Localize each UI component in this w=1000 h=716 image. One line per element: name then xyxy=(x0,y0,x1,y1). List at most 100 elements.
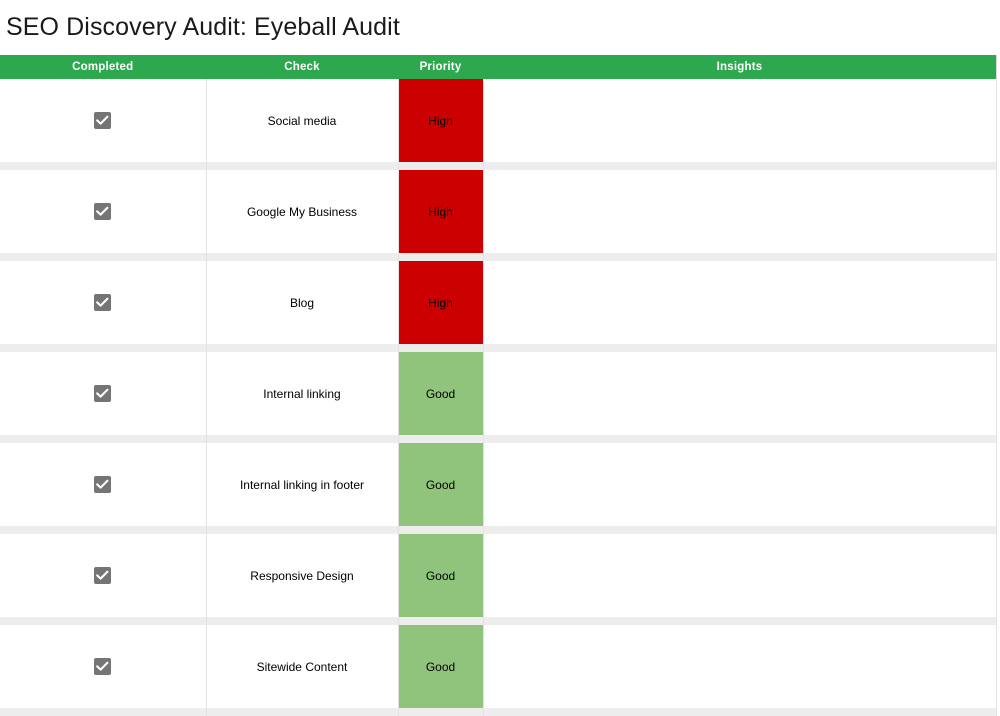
row-separator-cell xyxy=(205,526,399,534)
row-separator-cell xyxy=(397,708,484,716)
title-bar: SEO Discovery Audit: Eyeball Audit xyxy=(0,0,1000,55)
priority-badge: Good xyxy=(398,534,483,617)
row-separator-gap xyxy=(398,435,483,443)
column-header-completed[interactable]: Completed xyxy=(0,55,206,79)
row-separator xyxy=(0,708,997,716)
row-separator xyxy=(0,526,997,534)
cell-completed xyxy=(0,352,207,435)
row-separator-cell xyxy=(482,162,997,170)
audit-table: Completed Check Priority Insights Social… xyxy=(0,55,997,716)
table-row: Google My Business High xyxy=(0,170,997,253)
row-separator-cell xyxy=(397,526,484,534)
row-separator-cell xyxy=(0,526,207,534)
row-separator xyxy=(0,162,997,170)
row-separator-cell xyxy=(482,526,997,534)
column-header-priority[interactable]: Priority xyxy=(397,55,483,79)
check-label: Sitewide Content xyxy=(256,659,348,674)
row-separator-cell xyxy=(205,253,399,261)
cell-priority: Good xyxy=(397,625,484,708)
row-separator-cell xyxy=(482,617,997,625)
row-separator xyxy=(0,344,997,352)
row-separator-gap xyxy=(398,617,483,625)
check-label: Internal linking xyxy=(263,386,341,401)
table-body: Social media High Google My Business High Bl… xyxy=(0,79,997,716)
table-row: Sitewide Content Good xyxy=(0,625,997,708)
cell-completed xyxy=(0,170,207,253)
checkbox-checked-icon[interactable] xyxy=(94,567,112,584)
checkbox-checked-icon[interactable] xyxy=(94,294,112,311)
check-label: Social media xyxy=(267,113,337,128)
cell-insights xyxy=(482,625,997,708)
cell-insights xyxy=(482,534,997,617)
row-separator xyxy=(0,253,997,261)
table-header: Completed Check Priority Insights xyxy=(0,55,996,79)
row-separator-cell xyxy=(0,435,207,443)
checkbox-checked-icon[interactable] xyxy=(94,476,112,493)
cell-priority: Good xyxy=(397,443,484,526)
cell-check: Sitewide Content xyxy=(205,625,399,708)
column-header-check[interactable]: Check xyxy=(205,55,398,79)
cell-insights xyxy=(482,261,997,344)
checkbox-checked-icon[interactable] xyxy=(94,385,112,402)
cell-priority: High xyxy=(397,170,484,253)
row-separator-cell xyxy=(0,617,207,625)
row-separator-cell xyxy=(205,344,399,352)
cell-completed xyxy=(0,443,207,526)
row-separator-cell xyxy=(482,344,997,352)
checkbox-checked-icon[interactable] xyxy=(94,112,112,129)
row-separator-cell xyxy=(205,708,399,716)
table-row: Blog High xyxy=(0,261,997,344)
cell-priority: Good xyxy=(397,534,484,617)
cell-insights xyxy=(482,352,997,435)
page-title: SEO Discovery Audit: Eyeball Audit xyxy=(6,13,400,41)
row-separator-cell xyxy=(205,162,399,170)
checkbox-checked-icon[interactable] xyxy=(94,658,112,675)
cell-check: Internal linking in footer xyxy=(205,443,399,526)
cell-completed xyxy=(0,625,207,708)
priority-badge: High xyxy=(398,170,483,253)
row-separator-cell xyxy=(397,435,484,443)
checkbox-checked-icon[interactable] xyxy=(94,203,112,220)
priority-badge: High xyxy=(398,79,483,162)
row-separator-gap xyxy=(398,162,483,170)
row-separator-gap xyxy=(398,526,483,534)
table-row: Internal linking in footer Good xyxy=(0,443,997,526)
row-separator-gap xyxy=(398,253,483,261)
row-separator-gap xyxy=(398,344,483,352)
cell-priority: High xyxy=(397,261,484,344)
priority-badge: High xyxy=(398,261,483,344)
row-separator-cell xyxy=(482,435,997,443)
priority-badge: Good xyxy=(398,443,483,526)
column-header-insights[interactable]: Insights xyxy=(482,55,996,79)
check-label: Blog xyxy=(289,295,315,310)
row-separator-cell xyxy=(397,162,484,170)
row-separator-cell xyxy=(397,253,484,261)
row-separator-cell xyxy=(482,708,997,716)
header-row: Completed Check Priority Insights xyxy=(0,55,996,79)
cell-completed xyxy=(0,261,207,344)
cell-check: Blog xyxy=(205,261,399,344)
spreadsheet-page: SEO Discovery Audit: Eyeball Audit Compl… xyxy=(0,0,1000,716)
row-separator-cell xyxy=(0,162,207,170)
table-row: Social media High xyxy=(0,79,997,162)
row-separator-cell xyxy=(0,344,207,352)
check-label: Google My Business xyxy=(246,204,358,219)
row-separator-gap xyxy=(398,708,483,716)
priority-badge: Good xyxy=(398,625,483,708)
row-separator-cell xyxy=(205,617,399,625)
cell-priority: High xyxy=(397,79,484,162)
cell-completed xyxy=(0,534,207,617)
cell-insights xyxy=(482,170,997,253)
row-separator-cell xyxy=(482,253,997,261)
row-separator xyxy=(0,617,997,625)
priority-badge: Good xyxy=(398,352,483,435)
cell-priority: Good xyxy=(397,352,484,435)
check-label: Internal linking in footer xyxy=(239,477,365,492)
table-row: Responsive Design Good xyxy=(0,534,997,617)
cell-check: Social media xyxy=(205,79,399,162)
cell-check: Responsive Design xyxy=(205,534,399,617)
row-separator-cell xyxy=(397,617,484,625)
table-row: Internal linking Good xyxy=(0,352,997,435)
row-separator-cell xyxy=(0,708,207,716)
cell-completed xyxy=(0,79,207,162)
